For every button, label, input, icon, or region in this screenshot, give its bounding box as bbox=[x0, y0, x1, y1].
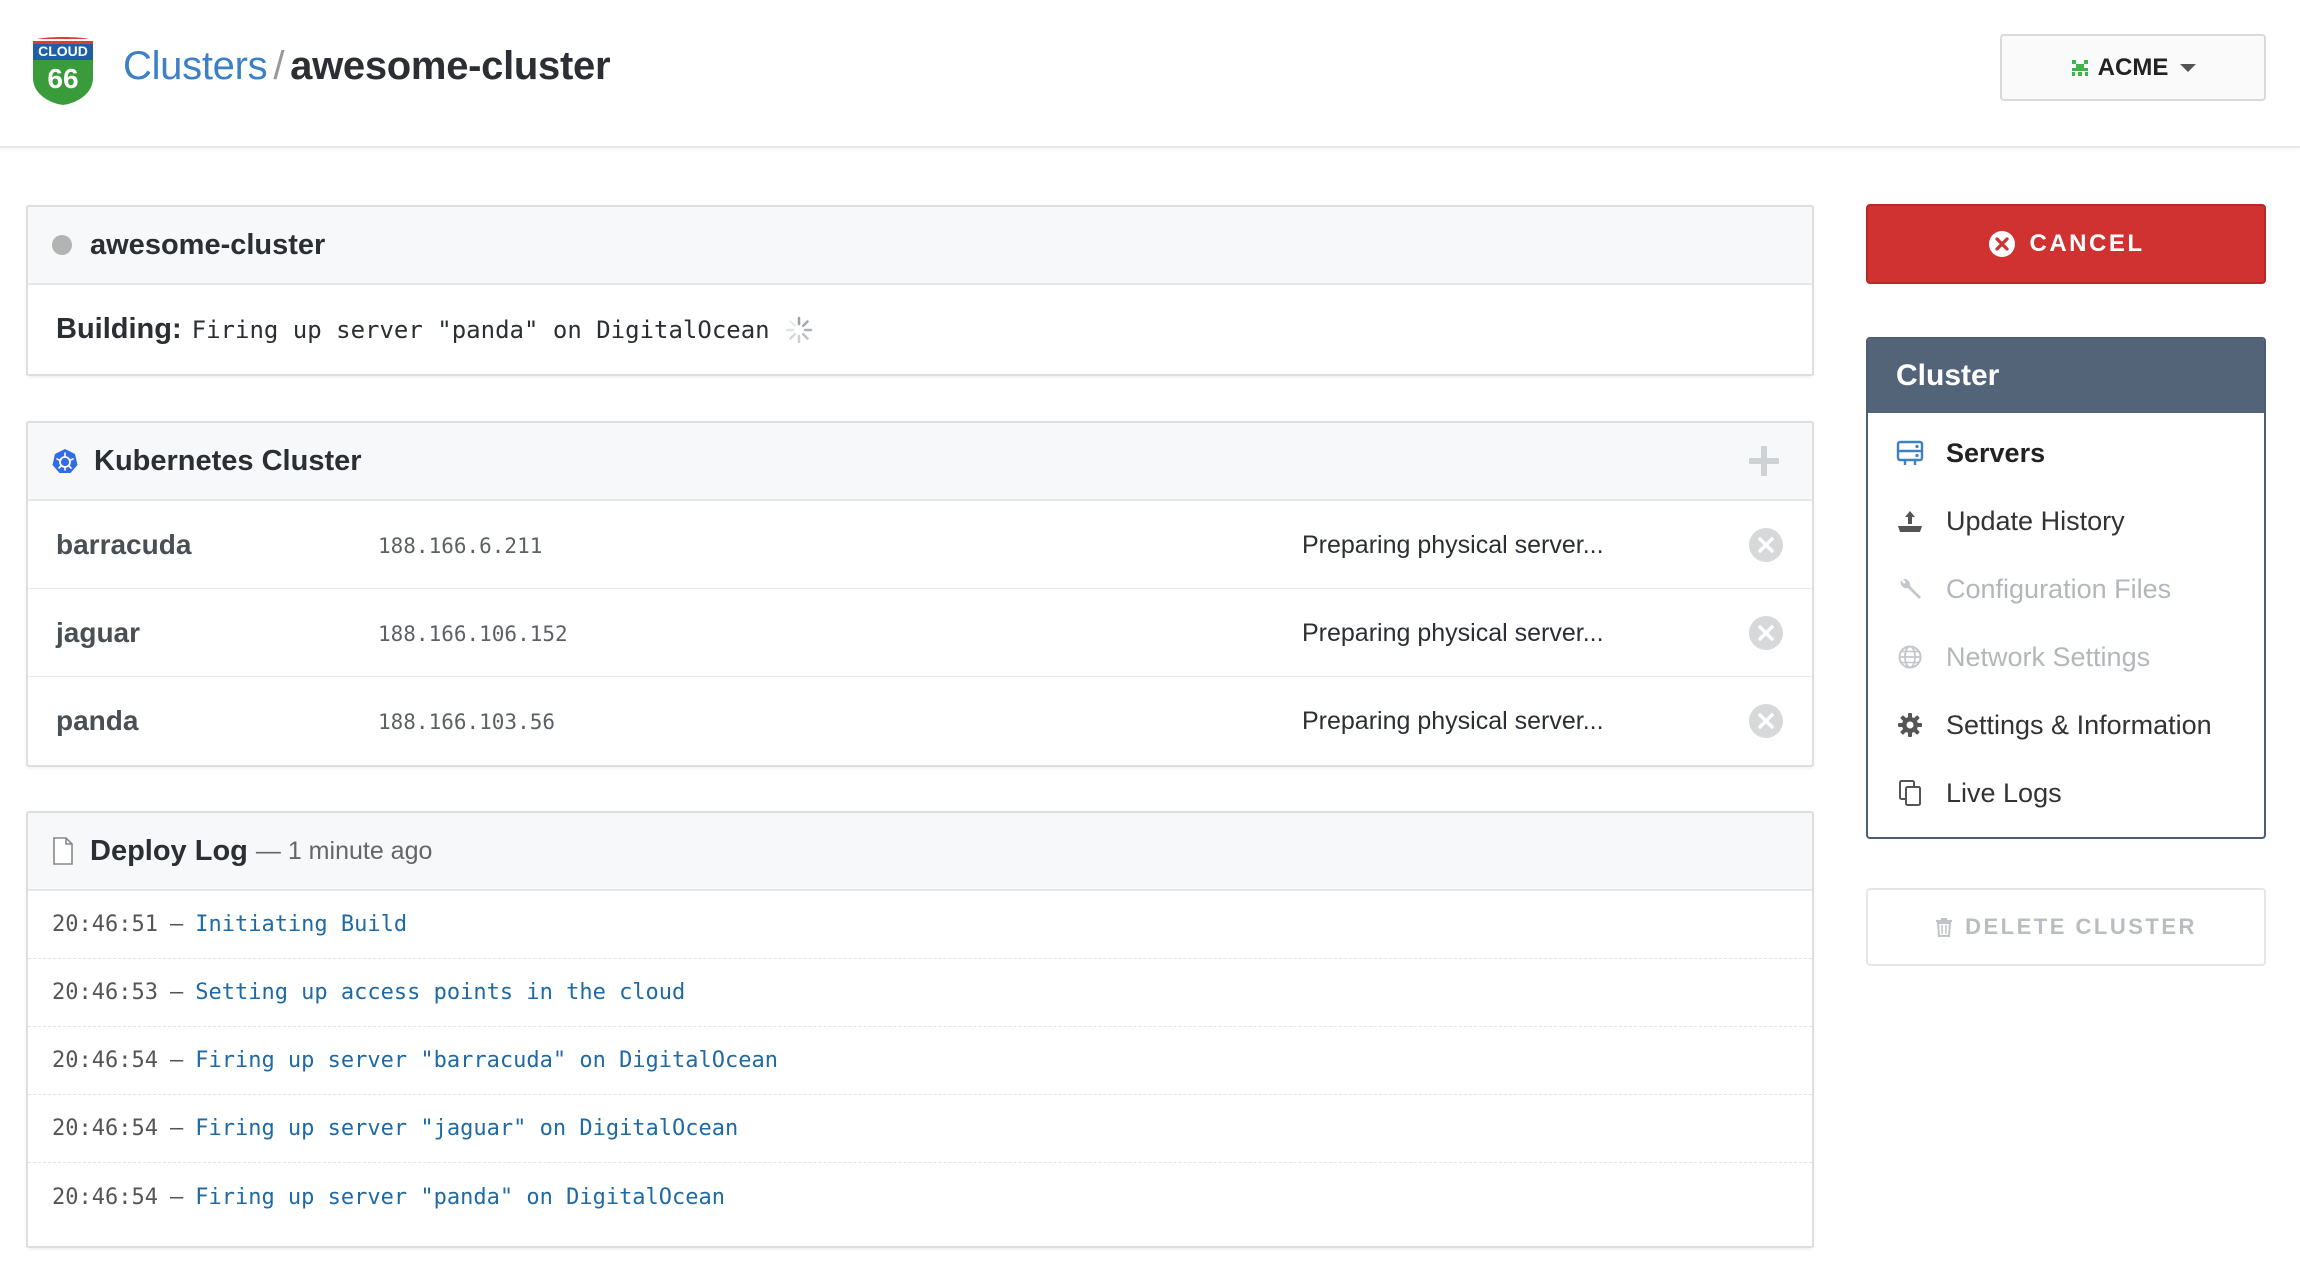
server-row[interactable]: barracuda 188.166.6.211 Preparing physic… bbox=[28, 501, 1812, 589]
chevron-down-icon bbox=[2180, 63, 2197, 72]
nav-item-label: Update History bbox=[1946, 505, 2125, 536]
log-message[interactable]: Initiating Build bbox=[195, 912, 407, 937]
loading-spinner-icon bbox=[785, 316, 812, 343]
delete-cluster-label: DELETE CLUSTER bbox=[1965, 914, 2197, 939]
nav-item-label: Settings & Information bbox=[1946, 709, 2212, 740]
server-status: Preparing physical server... bbox=[1302, 531, 1604, 559]
update-history-icon bbox=[1896, 507, 1924, 535]
server-row[interactable]: jaguar 188.166.106.152 Preparing physica… bbox=[28, 589, 1812, 677]
remove-server-icon[interactable] bbox=[1748, 703, 1784, 739]
server-name[interactable]: panda bbox=[56, 705, 138, 737]
log-time: 20:46:54 bbox=[52, 1116, 158, 1141]
server-name[interactable]: barracuda bbox=[56, 529, 191, 561]
kubernetes-cluster-title: Kubernetes Cluster bbox=[94, 444, 362, 477]
gear-icon bbox=[1896, 711, 1924, 739]
breadcrumb-current: awesome-cluster bbox=[290, 44, 611, 88]
account-dropdown-button[interactable]: ACME bbox=[2000, 34, 2266, 101]
nav-item-update-history[interactable]: Update History bbox=[1868, 487, 2264, 555]
trash-icon bbox=[1936, 918, 1953, 937]
nav-item-network-settings: Network Settings bbox=[1868, 623, 2264, 691]
remove-server-icon[interactable] bbox=[1748, 615, 1784, 651]
wrench-icon bbox=[1896, 575, 1924, 603]
cluster-name: awesome-cluster bbox=[90, 228, 326, 261]
log-entry: 20:46:54 — Firing up server "panda" on D… bbox=[28, 1163, 1812, 1231]
log-separator: — bbox=[169, 1116, 184, 1141]
server-row[interactable]: panda 188.166.103.56 Preparing physical … bbox=[28, 677, 1812, 765]
log-message[interactable]: Firing up server "jaguar" on DigitalOcea… bbox=[195, 1116, 738, 1141]
nav-item-label: Live Logs bbox=[1946, 777, 2062, 808]
building-message: Firing up server "panda" on DigitalOcean bbox=[191, 315, 770, 344]
cluster-status-panel: awesome-cluster Building: Firing up serv… bbox=[26, 205, 1814, 376]
log-message[interactable]: Firing up server "barracuda" on DigitalO… bbox=[195, 1048, 778, 1073]
account-icon bbox=[2071, 59, 2088, 76]
building-label: Building: bbox=[56, 313, 182, 345]
build-status: Building: Firing up server "panda" on Di… bbox=[28, 285, 1812, 346]
nav-item-label: Network Settings bbox=[1946, 641, 2151, 672]
document-icon bbox=[53, 837, 73, 865]
breadcrumb-clusters-link[interactable]: Clusters bbox=[123, 44, 268, 88]
nav-item-label: Configuration Files bbox=[1946, 573, 2172, 604]
logo-text-num: 66 bbox=[47, 63, 78, 94]
server-ip: 188.166.106.152 bbox=[378, 622, 568, 646]
log-time: 20:46:53 bbox=[52, 980, 158, 1005]
log-entry: 20:46:54 — Firing up server "jaguar" on … bbox=[28, 1095, 1812, 1163]
nav-item-servers[interactable]: Servers bbox=[1868, 419, 2264, 487]
deploy-log-header: Deploy Log — 1 minute ago bbox=[28, 813, 1812, 891]
cloud66-logo[interactable]: CLOUD 66 bbox=[26, 34, 100, 108]
deploy-log-time-ago: — 1 minute ago bbox=[255, 836, 433, 865]
remove-server-icon[interactable] bbox=[1748, 527, 1784, 563]
log-message[interactable]: Firing up server "panda" on DigitalOcean bbox=[195, 1185, 725, 1210]
log-separator: — bbox=[169, 912, 184, 937]
cluster-nav-list: Servers Update History Configuration Fil… bbox=[1868, 413, 2264, 827]
deploy-log-panel: Deploy Log — 1 minute ago 20:46:51 — Ini… bbox=[26, 811, 1814, 1248]
cluster-status-header: awesome-cluster bbox=[28, 207, 1812, 285]
server-status: Preparing physical server... bbox=[1302, 707, 1604, 735]
copy-icon bbox=[1896, 779, 1924, 807]
log-time: 20:46:51 bbox=[52, 912, 158, 937]
nav-item-configuration-files: Configuration Files bbox=[1868, 555, 2264, 623]
globe-icon bbox=[1896, 643, 1924, 671]
server-status: Preparing physical server... bbox=[1302, 619, 1604, 647]
breadcrumb: Clusters / awesome-cluster bbox=[123, 44, 611, 89]
log-time: 20:46:54 bbox=[52, 1184, 158, 1210]
delete-cluster-button[interactable]: DELETE CLUSTER bbox=[1866, 888, 2266, 966]
log-message[interactable]: Setting up access points in the cloud bbox=[195, 980, 685, 1005]
status-dot-icon bbox=[52, 235, 72, 255]
server-list: barracuda 188.166.6.211 Preparing physic… bbox=[28, 501, 1812, 765]
cancel-label: CANCEL bbox=[2029, 230, 2145, 257]
logo-text-top: CLOUD bbox=[38, 43, 88, 59]
breadcrumb-separator: / bbox=[273, 44, 285, 88]
log-separator: — bbox=[169, 1184, 184, 1210]
log-time: 20:46:54 bbox=[52, 1048, 158, 1073]
log-separator: — bbox=[169, 1048, 184, 1073]
server-name[interactable]: jaguar bbox=[56, 617, 140, 649]
kubernetes-cluster-panel: Kubernetes Cluster barracuda 188.166.6.2… bbox=[26, 421, 1814, 767]
cluster-nav: Cluster Servers Update History Configura… bbox=[1866, 337, 2266, 839]
kubernetes-icon bbox=[52, 449, 78, 473]
top-bar: CLOUD 66 Clusters / awesome-cluster ACME bbox=[0, 0, 2300, 148]
nav-item-live-logs[interactable]: Live Logs bbox=[1868, 759, 2264, 827]
nav-item-label: Servers bbox=[1946, 437, 2046, 468]
servers-icon bbox=[1896, 439, 1924, 467]
log-entry: 20:46:53 — Setting up access points in t… bbox=[28, 959, 1812, 1027]
nav-item-settings-information[interactable]: Settings & Information bbox=[1868, 691, 2264, 759]
deploy-log-title: Deploy Log bbox=[90, 834, 248, 867]
deploy-log-entries: 20:46:51 — Initiating Build 20:46:53 — S… bbox=[28, 891, 1812, 1231]
log-entry: 20:46:51 — Initiating Build bbox=[28, 891, 1812, 959]
server-ip: 188.166.6.211 bbox=[378, 534, 543, 558]
kubernetes-cluster-header: Kubernetes Cluster bbox=[28, 423, 1812, 501]
cancel-circle-icon bbox=[1988, 231, 2015, 257]
cancel-button[interactable]: CANCEL bbox=[1866, 204, 2266, 284]
account-label: ACME bbox=[2097, 53, 2169, 81]
add-server-icon[interactable] bbox=[1746, 443, 1782, 479]
log-separator: — bbox=[169, 980, 184, 1005]
cluster-nav-title: Cluster bbox=[1868, 339, 2264, 413]
server-ip: 188.166.103.56 bbox=[378, 710, 556, 734]
log-entry: 20:46:54 — Firing up server "barracuda" … bbox=[28, 1027, 1812, 1095]
